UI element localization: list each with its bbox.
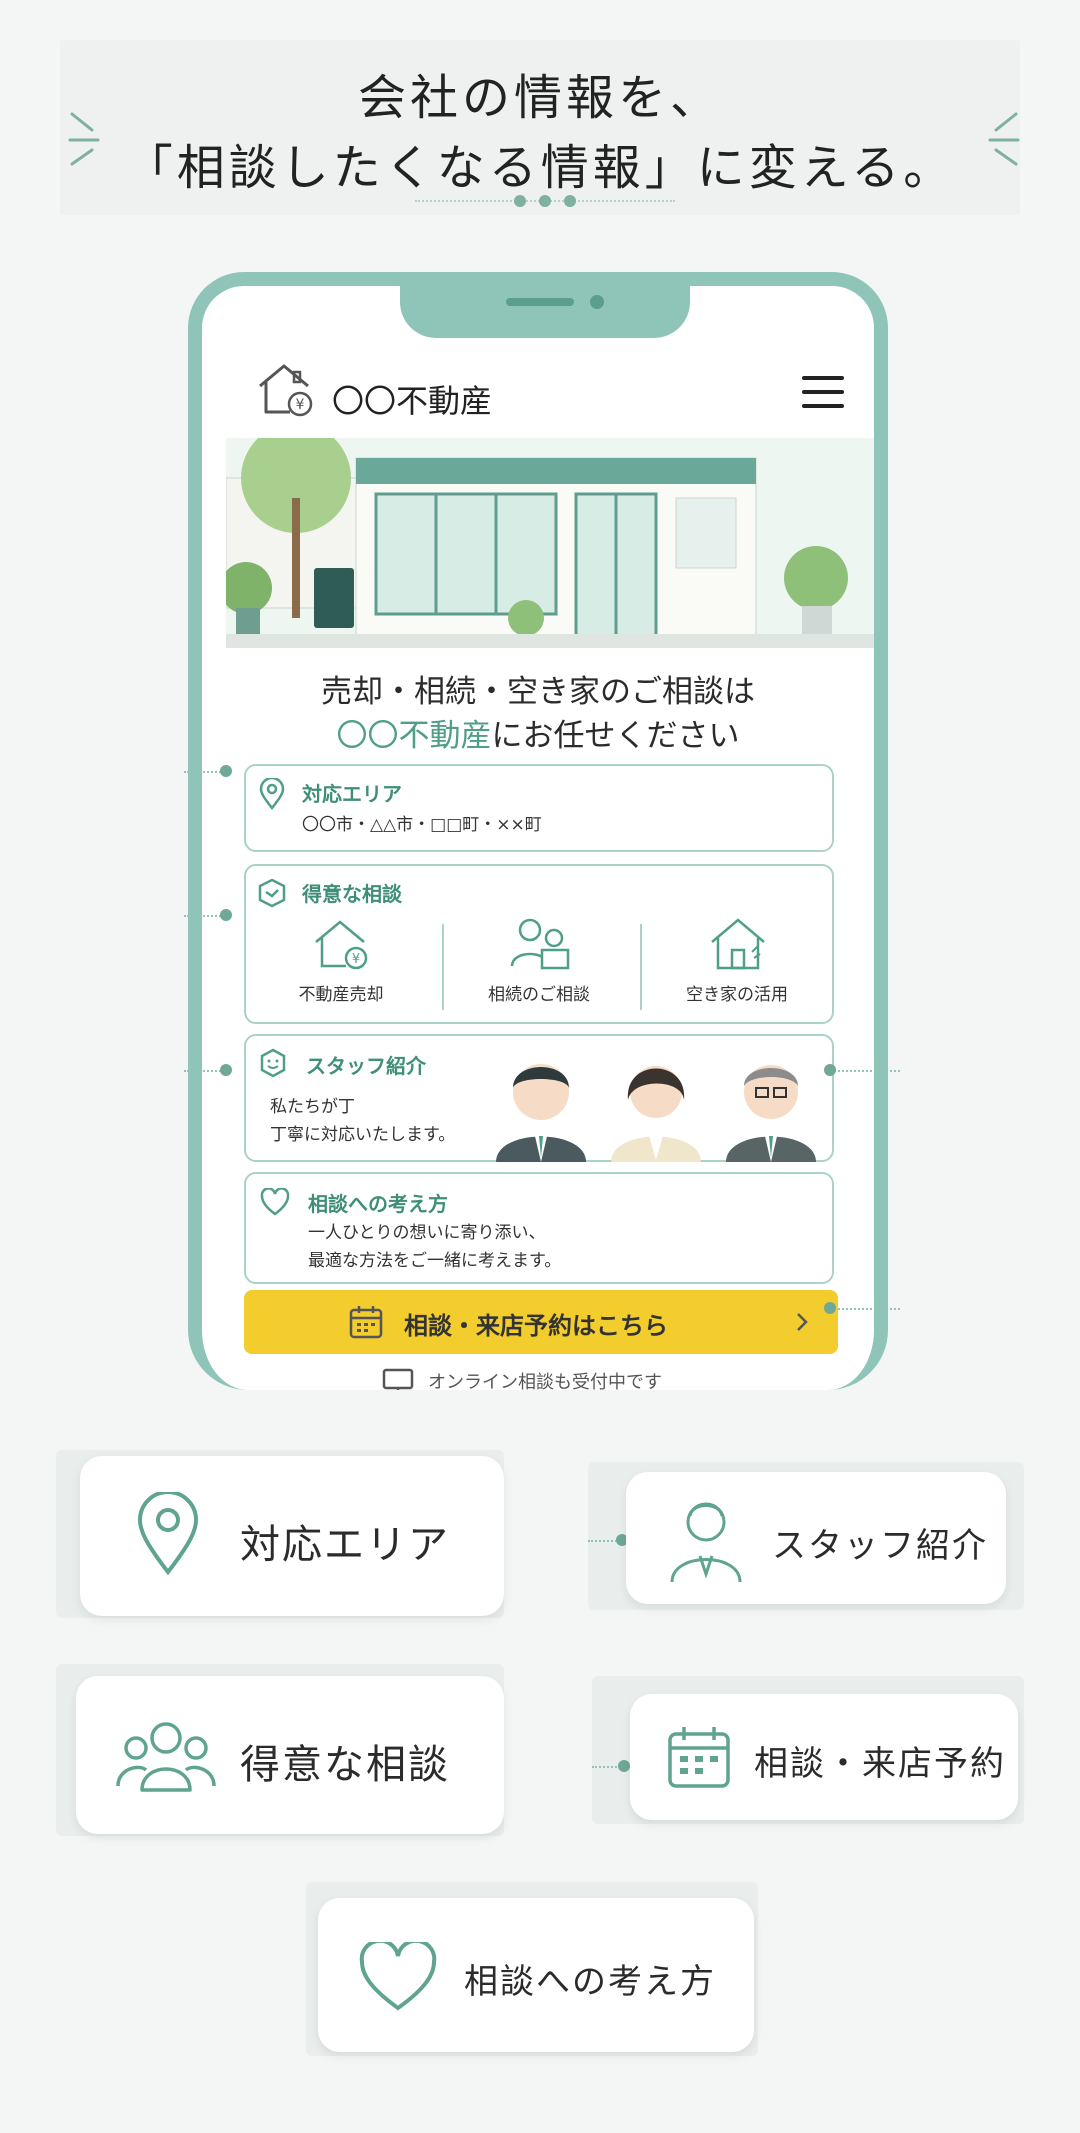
sparkle-right-icon (988, 112, 1020, 166)
chip-philosophy[interactable]: 相談への考え方 (318, 1898, 754, 2052)
tagline-line-1: 売却・相続・空き家のご相談は (321, 674, 755, 710)
divider-dot (514, 195, 526, 207)
specialty-label: 不動産売却 (298, 985, 384, 1005)
chip-specialties[interactable]: 得意な相談 (76, 1676, 504, 1834)
online-consultation-note: オンライン相談も受付中です (428, 1372, 662, 1390)
staff-person-icon (670, 1502, 742, 1583)
heart-icon (260, 1188, 290, 1216)
smile-badge-icon (260, 1048, 286, 1078)
connector-line (184, 771, 224, 773)
chip-staff[interactable]: スタッフ紹介 (626, 1472, 1006, 1604)
front-camera (590, 295, 604, 309)
connector-dot (220, 909, 232, 921)
svg-text:¥: ¥ (296, 397, 305, 413)
house-yen-logo-icon: ¥ (259, 364, 313, 417)
specialties-card[interactable]: 得意な相談 ¥ 不動産売却 相続のご相談 空き家の活用 (244, 864, 834, 1024)
divider-dot (539, 195, 551, 207)
philosophy-card-title: 相談への考え方 (308, 1192, 448, 1216)
area-card[interactable]: 対応エリア 〇〇市・△△市・□□町・××町 (244, 764, 834, 852)
tagline-line-2: 〇〇不動産にお任せください (202, 710, 874, 755)
chip-reservation[interactable]: 相談・来店予約 (630, 1694, 1018, 1820)
divider-dot (564, 195, 576, 207)
reservation-cta-button[interactable]: 相談・来店予約はこちら (244, 1290, 838, 1354)
staff-card[interactable]: スタッフ紹介 私たちが丁 丁寧に対応いたします。 (244, 1034, 834, 1162)
philosophy-card[interactable]: 相談への考え方 一人ひとりの想いに寄り添い、 最適な方法をご一緒に考えます。 (244, 1172, 834, 1284)
map-pin-icon (259, 778, 285, 810)
connector-dot (220, 1064, 232, 1076)
specialty-item-sale[interactable]: ¥ 不動産売却 (246, 916, 436, 1016)
headline-line-1: 会社の情報を、 (357, 70, 722, 126)
calendar-icon (349, 1306, 383, 1339)
headline-line-2: 「相談したくなる情報」に変える。 (124, 140, 956, 196)
specialty-label: 空き家の活用 (686, 985, 788, 1005)
area-card-title: 対応エリア (302, 782, 402, 806)
chip-label: 相談への考え方 (464, 1962, 716, 2002)
badge-check-icon (258, 878, 286, 908)
area-card-text: 〇〇市・△△市・□□町・××町 (302, 815, 542, 835)
staff-card-title: スタッフ紹介 (306, 1054, 426, 1078)
philosophy-text-2: 最適な方法をご一緒に考えます。 (308, 1251, 562, 1271)
connector-line (830, 1070, 900, 1072)
brand-name[interactable]: 〇〇不動産 (332, 376, 492, 422)
empty-house-icon (711, 918, 765, 970)
phone-mockup: ¥ 〇〇不動産 売却・相続・空き家のご相談は 〇〇不動産にお任せください 対応エ… (188, 272, 888, 1390)
cta-label: 相談・来店予約はこちら (404, 1312, 668, 1340)
chevron-right-icon (797, 1313, 808, 1331)
tagline-brand-accent: 〇〇不動産 (336, 718, 492, 754)
chip-area[interactable]: 対応エリア (80, 1456, 504, 1616)
heart-icon (359, 1942, 437, 2011)
connector-dot (824, 1064, 836, 1076)
specialties-card-title: 得意な相談 (302, 882, 402, 906)
people-icon (116, 1722, 216, 1792)
connector-line (184, 915, 224, 917)
connector-dot (220, 765, 232, 777)
chip-label: スタッフ紹介 (772, 1526, 988, 1566)
chip-label: 相談・来店予約 (754, 1744, 1006, 1784)
connector-line (184, 1070, 224, 1072)
philosophy-text-1: 一人ひとりの想いに寄り添い、 (308, 1223, 546, 1243)
storefront-illustration (226, 438, 874, 648)
monitor-icon (382, 1368, 414, 1390)
house-yen-icon: ¥ (315, 920, 368, 970)
family-icon (510, 918, 570, 970)
calendar-icon (668, 1727, 730, 1788)
speaker-bar (506, 298, 574, 306)
connector-dot (618, 1760, 630, 1772)
phone-notch (400, 286, 690, 338)
staff-card-text-2: 丁寧に対応いたします。 (270, 1125, 456, 1145)
chip-label: 対応エリア (240, 1522, 450, 1568)
specialty-item-vacant-house[interactable]: 空き家の活用 (642, 916, 832, 1016)
map-pin-icon (137, 1492, 199, 1576)
svg-text:¥: ¥ (352, 952, 360, 967)
staff-card-text-1: 私たちが丁 (270, 1097, 355, 1117)
staff-illustration (496, 1064, 816, 1162)
connector-line (830, 1308, 900, 1310)
sparkle-left-icon (68, 112, 100, 166)
tagline-rest: にお任せください (491, 718, 740, 754)
specialty-label: 相続のご相談 (488, 985, 590, 1005)
chip-label: 得意な相談 (240, 1742, 450, 1788)
specialty-item-inheritance[interactable]: 相続のご相談 (444, 916, 634, 1016)
connector-dot (824, 1302, 836, 1314)
